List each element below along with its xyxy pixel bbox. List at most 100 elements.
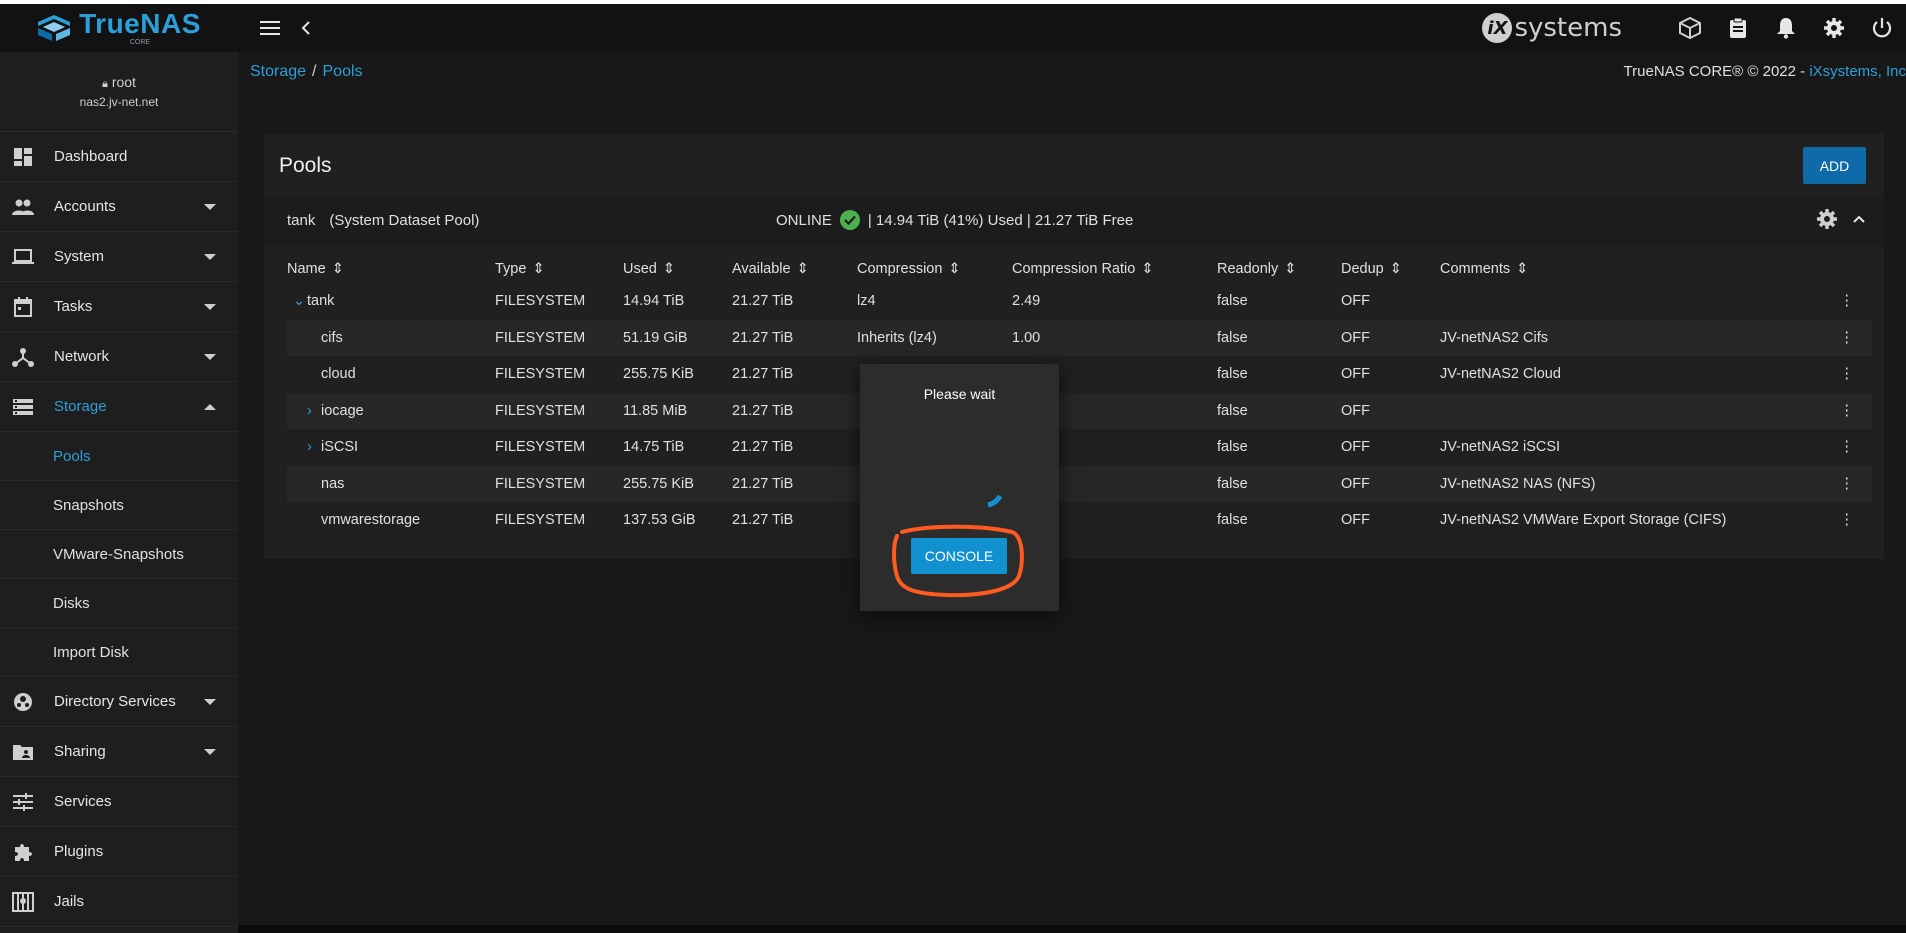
page-title: Pools xyxy=(279,154,332,177)
task-manager-button[interactable] xyxy=(1718,8,1758,48)
more-vert-icon[interactable]: ⋮ xyxy=(1840,429,1873,466)
collapse-sidebar-button[interactable] xyxy=(288,10,324,46)
table-row[interactable]: cifs FILESYSTEM 51.19 GiB 21.27 TiB Inhe… xyxy=(287,319,1872,356)
sidebar-item-network[interactable]: Network xyxy=(0,332,238,382)
copyright: TrueNAS CORE® © 2022 - iXsystems, Inc xyxy=(1624,63,1906,80)
sidebar-item-directory-services[interactable]: Directory Services xyxy=(0,677,238,727)
sidebar-item-storage[interactable]: Storage xyxy=(0,382,238,432)
table-row[interactable]: › iSCSI FILESYSTEM 14.75 TiB 21.27 TiB fa… xyxy=(287,429,1872,466)
alerts-button[interactable] xyxy=(1766,8,1806,48)
chevron-right-icon[interactable]: › xyxy=(307,439,321,455)
breadcrumb-storage-link[interactable]: Storage xyxy=(250,63,306,80)
add-pool-button[interactable]: ADD xyxy=(1803,147,1866,184)
cell-compression: lz4 xyxy=(857,293,876,310)
col-header-compression-ratio[interactable]: Compression Ratio ⇕ xyxy=(1012,255,1217,283)
sidebar-subitem-snapshots[interactable]: Snapshots xyxy=(0,481,238,530)
pool-role: (System Dataset Pool) xyxy=(329,212,480,229)
sidebar-subitem-disks[interactable]: Disks xyxy=(0,579,238,628)
folder-shared-icon xyxy=(13,744,33,760)
datasets-table: Name ⇕ Type ⇕ Used ⇕ Available ⇕ Compression… xyxy=(287,255,1872,539)
pools-card-header: Pools ADD xyxy=(264,134,1884,196)
sidebar-item-label: Plugins xyxy=(54,843,104,860)
sidebar-item-plugins[interactable]: Plugins xyxy=(0,827,238,877)
col-header-available[interactable]: Available ⇕ xyxy=(732,255,857,283)
col-header-compression[interactable]: Compression ⇕ xyxy=(857,255,1012,283)
col-header-used[interactable]: Used ⇕ xyxy=(623,255,732,283)
cell-type: FILESYSTEM xyxy=(495,512,586,529)
sort-icon: ⇕ xyxy=(1516,261,1529,278)
lock-icon: 🔒︎ xyxy=(102,78,108,90)
col-header-dedup[interactable]: Dedup ⇕ xyxy=(1341,255,1440,283)
check-circle-icon xyxy=(839,210,860,230)
power-icon xyxy=(1872,18,1892,38)
table-row[interactable]: vmwarestorage FILESYSTEM 137.53 GiB 21.2… xyxy=(287,502,1872,539)
pool-name: tank (System Dataset Pool) xyxy=(287,212,479,229)
cell-readonly: false xyxy=(1217,319,1341,356)
menu-toggle-button[interactable] xyxy=(252,10,288,46)
col-header-type[interactable]: Type ⇕ xyxy=(495,255,623,283)
cell-dedup: OFF xyxy=(1341,439,1370,456)
pool-settings-gear-icon[interactable] xyxy=(1816,208,1838,230)
sidebar-item-tasks[interactable]: Tasks xyxy=(0,282,238,332)
table-row[interactable]: cloud FILESYSTEM 255.75 KiB 21.27 TiB fa… xyxy=(287,356,1872,393)
cell-available: 21.27 TiB xyxy=(732,319,857,356)
pool-name-text: tank xyxy=(287,212,316,229)
sidebar-item-dashboard[interactable]: Dashboard xyxy=(0,132,238,182)
breadcrumb-separator: / xyxy=(312,63,317,80)
cell-dedup: OFF xyxy=(1341,293,1370,310)
collapse-pool-chevron-up-icon[interactable] xyxy=(1852,214,1866,224)
copyright-text: TrueNAS CORE® © 2022 - xyxy=(1623,63,1810,80)
sidebar-item-services[interactable]: Services xyxy=(0,777,238,827)
more-vert-icon[interactable]: ⋮ xyxy=(1840,356,1873,393)
sidebar-subitem-vmware-snapshots[interactable]: VMware-Snapshots xyxy=(0,530,238,579)
sidebar-subitem-label: Pools xyxy=(53,447,91,465)
cell-type: FILESYSTEM xyxy=(495,293,586,310)
chevron-down-icon[interactable]: ⌄ xyxy=(293,293,307,309)
table-row[interactable]: › iocage FILESYSTEM 11.85 MiB 21.27 TiB f… xyxy=(287,392,1872,429)
truecommand-button[interactable] xyxy=(1670,8,1710,48)
sort-icon: ⇕ xyxy=(532,261,545,278)
sidebar-item-accounts[interactable]: Accounts xyxy=(0,182,238,232)
col-header-name[interactable]: Name ⇕ xyxy=(287,255,495,283)
sidebar-item-label: Sharing xyxy=(54,743,106,760)
more-vert-icon[interactable]: ⋮ xyxy=(1839,465,1872,502)
sidebar-item-system[interactable]: System xyxy=(0,232,238,282)
sort-icon: ⇕ xyxy=(331,261,344,278)
sidebar-subitem-import-disk[interactable]: Import Disk xyxy=(0,628,238,677)
chevron-left-icon xyxy=(301,21,310,35)
col-header-readonly[interactable]: Readonly ⇕ xyxy=(1217,255,1341,283)
chevron-down-icon xyxy=(204,304,216,310)
power-button[interactable] xyxy=(1862,8,1902,48)
sidebar-subitem-label: Import Disk xyxy=(53,643,129,661)
cell-comments xyxy=(1440,283,1840,320)
sidebar-item-sharing[interactable]: Sharing xyxy=(0,727,238,777)
more-vert-icon[interactable]: ⋮ xyxy=(1840,502,1873,539)
cell-used: 11.85 MiB xyxy=(623,392,732,429)
cell-available: 21.27 TiB xyxy=(732,465,857,502)
ixsystems-logo[interactable]: iX systems xyxy=(1482,13,1622,43)
breadcrumb-pools-link[interactable]: Pools xyxy=(323,63,363,80)
chevron-right-icon[interactable]: › xyxy=(307,403,321,419)
cell-available: 21.27 TiB xyxy=(732,439,794,456)
settings-button[interactable] xyxy=(1814,8,1854,48)
sort-icon: ⇕ xyxy=(1284,261,1297,278)
sidebar-subitem-pools[interactable]: Pools xyxy=(0,432,238,481)
sort-icon: ⇕ xyxy=(1141,261,1154,278)
sort-icon: ⇕ xyxy=(1389,261,1402,278)
gear-icon xyxy=(1824,18,1844,38)
sidebar-item-jails[interactable]: Jails xyxy=(0,877,238,927)
col-header-comments[interactable]: Comments ⇕ xyxy=(1440,255,1840,283)
more-vert-icon[interactable]: ⋮ xyxy=(1839,319,1872,356)
brand-name: TrueNAS xyxy=(79,8,201,39)
ixsystems-link[interactable]: iXsystems, Inc xyxy=(1809,63,1906,80)
more-vert-icon[interactable]: ⋮ xyxy=(1840,283,1873,320)
brand[interactable]: TrueNAS CORE xyxy=(0,4,238,52)
directory-icon xyxy=(14,692,32,711)
cell-readonly: false xyxy=(1217,293,1248,310)
more-vert-icon[interactable]: ⋮ xyxy=(1839,392,1872,429)
table-row[interactable]: nas FILESYSTEM 255.75 KiB 21.27 TiB fals… xyxy=(287,465,1872,502)
table-row[interactable]: ⌄ tank FILESYSTEM 14.94 TiB 21.27 TiB lz4… xyxy=(287,283,1872,320)
cell-name: nas xyxy=(287,465,495,502)
orange-highlight-annotation xyxy=(892,524,1024,598)
sidebar-item-label: Network xyxy=(54,348,110,365)
